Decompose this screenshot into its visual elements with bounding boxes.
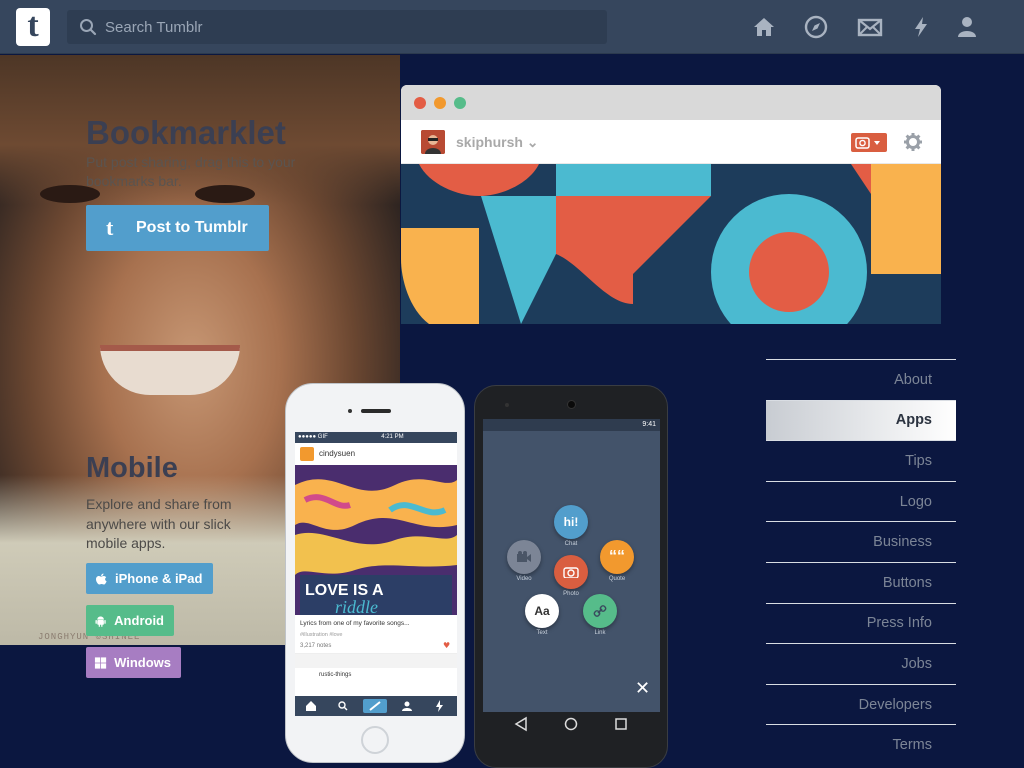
- blog-avatar: [421, 130, 445, 154]
- post-blog-name: cindysuen: [319, 449, 356, 458]
- windows-icon: [94, 656, 107, 669]
- next-post-header: rustic-things: [295, 668, 457, 684]
- iphone-status-time: 4:21 PM: [381, 434, 404, 440]
- blog-username[interactable]: skiphursh ⌄: [456, 134, 539, 151]
- iphone-search-tab-icon: [338, 701, 348, 711]
- chat-post-icon[interactable]: hi!: [554, 505, 588, 539]
- blog-header-art: [401, 164, 941, 324]
- iphone-ipad-button[interactable]: iPhone & iPad: [86, 563, 213, 594]
- window-minimize-dot: [434, 97, 446, 109]
- sidebar-item-apps[interactable]: Apps: [766, 399, 956, 441]
- iphone-tab-bar: [295, 696, 457, 716]
- android-screen: 9:41 hi! Chat Video ““ Quote Photo Aa Te…: [483, 419, 660, 712]
- bookmarklet-description: Put post sharing, drag this to your book…: [86, 154, 296, 189]
- post-footer: 3,217 notes ♥: [295, 638, 457, 654]
- browser-mockup: skiphursh ⌄: [401, 85, 941, 324]
- account-icon[interactable]: [954, 14, 980, 40]
- iphone-speaker: [361, 409, 391, 413]
- android-camera: [567, 400, 576, 409]
- chat-label: Chat: [564, 541, 578, 547]
- android-sensor: [505, 403, 509, 407]
- android-nav-bar: [514, 716, 627, 732]
- camera-icon: [855, 137, 880, 149]
- android-icon: [95, 615, 106, 627]
- photo-smile: [100, 345, 240, 395]
- link-label: Link: [594, 630, 606, 636]
- sidebar-item-tips[interactable]: Tips: [766, 440, 956, 481]
- quote-post-icon[interactable]: ““: [600, 540, 634, 574]
- android-button[interactable]: Android: [86, 605, 174, 636]
- photo-post-icon[interactable]: [554, 555, 588, 589]
- iphone-camera: [348, 409, 352, 413]
- iphone-home-tab-icon: [306, 701, 316, 711]
- link-post-icon[interactable]: [583, 594, 617, 628]
- top-nav-bar: t: [0, 0, 1024, 54]
- tumblr-logo[interactable]: t: [16, 8, 50, 46]
- search-box[interactable]: [67, 10, 607, 44]
- sidebar-item-press-info[interactable]: Press Info: [766, 602, 956, 644]
- iphone-activity-tab-icon: [436, 700, 443, 712]
- android-home-icon: [564, 717, 578, 731]
- art-text-riddle: riddle: [335, 597, 378, 615]
- post-to-tumblr-label: Post to Tumblr: [136, 219, 248, 236]
- sidebar-item-logo[interactable]: Logo: [766, 480, 956, 522]
- android-mockup: 9:41 hi! Chat Video ““ Quote Photo Aa Te…: [474, 385, 668, 768]
- quote-label: Quote: [608, 576, 626, 582]
- chevron-down-icon: ⌄: [526, 134, 539, 150]
- post-notes: 3,217 notes: [300, 643, 332, 649]
- apple-icon: [96, 573, 107, 584]
- gear-icon[interactable]: [903, 132, 923, 152]
- iphone-account-tab-icon: [402, 701, 412, 711]
- heart-icon[interactable]: ♥: [443, 641, 450, 650]
- browser-chrome: [401, 85, 941, 120]
- photo-label: Photo: [563, 591, 579, 597]
- next-post-blog-name: rustic-things: [319, 672, 352, 678]
- iphone-home-button: [361, 726, 389, 754]
- android-status-bar: 9:41: [483, 419, 660, 431]
- sidebar-nav: About Apps Tips Logo Business Buttons Pr…: [766, 359, 956, 765]
- mobile-title: Mobile: [86, 452, 178, 484]
- iphone-screen: ●●●●● GIF 4:21 PM cindysuen LOVE IS A rid…: [295, 432, 457, 716]
- text-label: Text: [536, 630, 548, 636]
- home-icon[interactable]: [751, 14, 777, 40]
- video-post-icon[interactable]: [507, 540, 541, 574]
- post-illustration: LOVE IS A riddle: [295, 465, 457, 615]
- windows-label: Windows: [114, 655, 171, 670]
- blog-header-bar: skiphursh ⌄: [401, 120, 941, 164]
- window-close-dot: [414, 97, 426, 109]
- iphone-mockup: ●●●●● GIF 4:21 PM cindysuen LOVE IS A rid…: [285, 383, 465, 763]
- sidebar-item-jobs[interactable]: Jobs: [766, 643, 956, 684]
- blog-username-text: skiphursh: [456, 134, 523, 150]
- sidebar-item-about[interactable]: About: [766, 359, 956, 400]
- android-label: Android: [114, 613, 164, 628]
- post-to-tumblr-button[interactable]: t Post to Tumblr: [86, 205, 269, 251]
- text-post-icon[interactable]: Aa: [525, 594, 559, 628]
- explore-icon[interactable]: [803, 14, 829, 40]
- video-label: Video: [516, 576, 532, 582]
- sidebar-item-developers[interactable]: Developers: [766, 683, 956, 725]
- tumblr-t-icon: t: [106, 215, 114, 240]
- recents-icon: [615, 718, 627, 730]
- sidebar-item-buttons[interactable]: Buttons: [766, 561, 956, 603]
- camera-dropdown-button[interactable]: [851, 133, 887, 152]
- window-maximize-dot: [454, 97, 466, 109]
- close-icon[interactable]: ✕: [635, 680, 650, 698]
- bookmarklet-title: Bookmarklet: [86, 114, 286, 151]
- post-caption: Lyrics from one of my favorite songs...: [300, 620, 410, 627]
- sidebar-item-business[interactable]: Business: [766, 521, 956, 562]
- iphone-status-bar: ●●●●● GIF 4:21 PM: [295, 432, 457, 443]
- sidebar-item-terms[interactable]: Terms: [766, 724, 956, 765]
- back-icon: [514, 716, 527, 732]
- windows-button[interactable]: Windows: [86, 647, 181, 678]
- post-avatar: [300, 447, 314, 461]
- activity-icon[interactable]: [908, 14, 934, 40]
- iphone-ipad-label: iPhone & iPad: [115, 571, 203, 586]
- android-status-time: 9:41: [642, 421, 656, 428]
- post-header: cindysuen: [295, 443, 457, 465]
- mobile-description: Explore and share from anywhere with our…: [86, 496, 232, 551]
- inbox-icon[interactable]: [857, 14, 883, 40]
- iphone-status-left: ●●●●● GIF: [298, 434, 328, 440]
- search-input[interactable]: [105, 10, 595, 44]
- search-icon: [80, 19, 97, 36]
